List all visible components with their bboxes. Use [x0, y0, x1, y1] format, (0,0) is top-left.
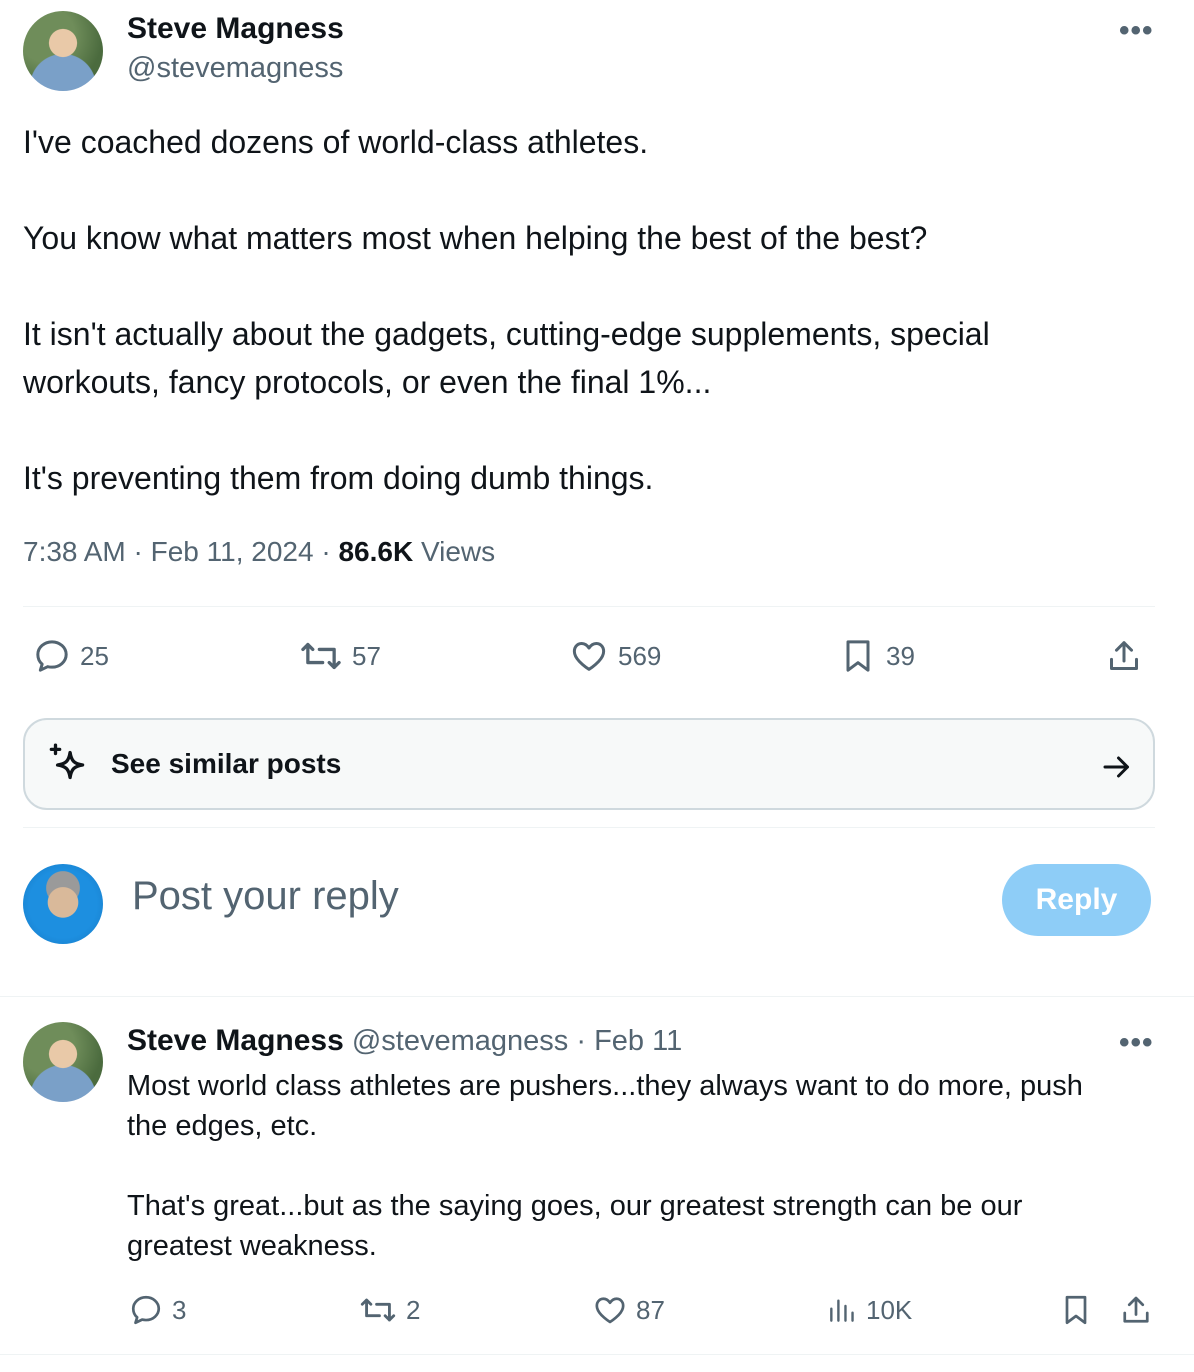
reply-action[interactable]: 25 — [32, 636, 109, 676]
bookmark-icon — [846, 640, 870, 672]
views-count: 86.6K — [338, 536, 414, 567]
reply-button[interactable]: Reply — [1002, 864, 1151, 936]
arrow-right-icon — [1103, 756, 1129, 778]
sparkle-icon — [49, 743, 85, 780]
repost-icon — [301, 642, 341, 670]
more-horizontal-icon[interactable]: ••• — [1119, 14, 1154, 48]
author-name[interactable]: Steve Magness — [127, 12, 344, 46]
like-count: 87 — [636, 1294, 665, 1325]
meta-separator: · — [321, 536, 339, 567]
post-text-paragraph: It's preventing them from doing dumb thi… — [23, 460, 654, 496]
share-action[interactable] — [1118, 1292, 1162, 1328]
like-action[interactable]: 87 — [592, 1292, 665, 1328]
reply-text-paragraph: Most world class athletes are pushers...… — [127, 1070, 1083, 1142]
author-avatar[interactable] — [23, 11, 103, 91]
current-user-avatar[interactable] — [23, 864, 103, 944]
author-handle[interactable]: @stevemagness — [127, 52, 343, 85]
meta-separator: · — [576, 1025, 587, 1057]
reply-icon — [36, 640, 68, 672]
post-date[interactable]: Feb 11, 2024 — [151, 536, 314, 567]
see-similar-posts-button[interactable]: See similar posts — [23, 718, 1155, 810]
reply-author-avatar[interactable] — [23, 1022, 103, 1102]
divider — [0, 1354, 1194, 1355]
like-action[interactable]: 569 — [568, 636, 661, 676]
reply-date[interactable]: Feb 11 — [594, 1025, 682, 1057]
more-horizontal-icon[interactable]: ••• — [1119, 1026, 1154, 1060]
reply-text-paragraph: That's great...but as the saying goes, o… — [127, 1190, 1023, 1262]
bookmark-action[interactable] — [1058, 1292, 1102, 1328]
post-text-paragraph: I've coached dozens of world-class athle… — [23, 124, 649, 160]
post-time[interactable]: 7:38 AM — [23, 536, 126, 567]
repost-action[interactable]: 57 — [298, 636, 381, 676]
divider — [23, 606, 1155, 607]
repost-action[interactable]: 2 — [358, 1292, 420, 1328]
reply-count: 3 — [172, 1294, 187, 1325]
bookmark-count: 39 — [886, 640, 915, 671]
views-action[interactable]: 10K — [826, 1292, 912, 1328]
heart-icon — [572, 642, 606, 671]
repost-icon — [360, 1298, 396, 1322]
share-icon — [1110, 641, 1138, 670]
share-action[interactable] — [1104, 636, 1152, 676]
post-text-paragraph: You know what matters most when helping … — [23, 220, 928, 256]
meta-separator: · — [133, 536, 151, 567]
reply-author-handle[interactable]: @stevemagness — [352, 1025, 568, 1057]
like-count: 569 — [618, 640, 662, 671]
reply-author-name[interactable]: Steve Magness — [127, 1024, 344, 1057]
post-meta: 7:38 AM · Feb 11, 2024 · 86.6K Views — [23, 536, 495, 568]
reply-count: 25 — [80, 640, 109, 671]
reply-input[interactable]: Post your reply — [132, 874, 399, 919]
divider — [0, 996, 1194, 997]
post-text-paragraph: It isn't actually about the gadgets, cut… — [23, 316, 990, 400]
reply-action[interactable]: 3 — [128, 1292, 186, 1328]
analytics-icon — [830, 1299, 854, 1322]
views-count: 10K — [866, 1294, 913, 1325]
share-icon — [1123, 1296, 1149, 1323]
reply-header: Steve Magness @stevemagness · Feb 11 — [127, 1024, 682, 1058]
bookmark-icon — [1065, 1295, 1087, 1325]
heart-icon — [595, 1297, 625, 1324]
repost-count: 57 — [352, 640, 381, 671]
reply-icon — [131, 1295, 161, 1325]
views-label: Views — [420, 536, 496, 567]
see-similar-label: See similar posts — [111, 748, 342, 779]
bookmark-action[interactable]: 39 — [838, 636, 915, 676]
divider — [23, 827, 1155, 828]
repost-count: 2 — [406, 1294, 421, 1325]
